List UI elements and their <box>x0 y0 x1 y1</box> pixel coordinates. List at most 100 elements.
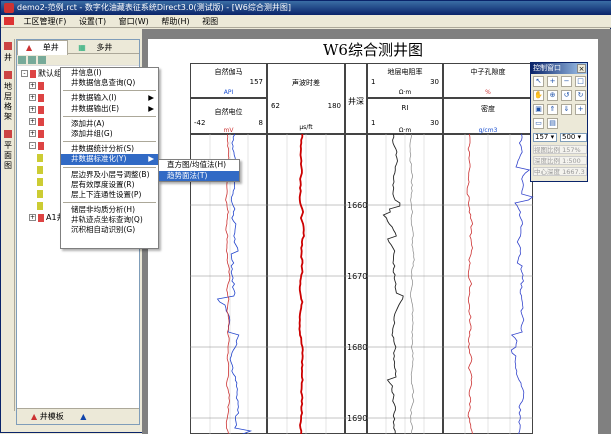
add-icon[interactable] <box>28 56 36 64</box>
pan-icon[interactable]: ✋ <box>533 90 544 101</box>
menu-item-facies-recognition[interactable]: 沉积相自动识别(G) <box>61 225 158 235</box>
well-template-label[interactable]: 井模板 <box>40 412 64 421</box>
menu-item-well-data-query[interactable]: 井数据信息查询(Q) <box>61 78 158 88</box>
map-icon <box>4 130 12 138</box>
submenu-item-histogram[interactable]: 直方图/均值法(H) <box>159 160 239 171</box>
collapse-icon[interactable]: - <box>21 70 28 77</box>
menu-separator <box>63 90 156 92</box>
zoom-previous-icon[interactable]: ↺ <box>561 90 572 101</box>
menu-item-connectivity[interactable]: 层上下连通性设置(P) <box>61 190 158 200</box>
folder-icon <box>30 69 36 78</box>
scale-select[interactable]: 157 ▾ <box>533 133 557 142</box>
menu-item-data-statistics[interactable]: 井数据统计分析(S) <box>61 144 158 154</box>
plot-title: W6综合测井图 <box>323 41 423 59</box>
menu-item-data-output[interactable]: 井数据输出(E) ▶ <box>61 104 158 114</box>
zoom-next-icon[interactable]: ↻ <box>575 90 586 101</box>
refresh-icon[interactable] <box>18 56 26 64</box>
edit-icon[interactable]: ▭ <box>533 118 544 129</box>
control-window-titlebar[interactable]: 控制窗口 × <box>531 63 587 74</box>
menu-item-effective-thickness[interactable]: 层有效厚度设置(R) <box>61 180 158 190</box>
zoom-out-icon[interactable]: − <box>561 76 572 87</box>
layer-icon <box>4 71 12 79</box>
depth-scale-select[interactable]: 500 ▾ <box>560 133 587 142</box>
folder-icon <box>38 213 44 222</box>
layer-toggle-icon[interactable]: ▤ <box>547 118 558 129</box>
menu-item-well-info[interactable]: 井信息(I) <box>61 68 158 78</box>
well-icon <box>38 105 44 114</box>
neutron-curve <box>466 133 474 434</box>
expand-up-icon[interactable]: ▲ <box>80 409 86 425</box>
expand-icon[interactable]: + <box>29 106 36 113</box>
window-title: demo2-范例.rct - 数字化油藏表征系统Direct3.0(测试版) -… <box>17 3 291 12</box>
filter-icon[interactable] <box>38 56 46 64</box>
vtab-plane-map[interactable]: 平面图 <box>1 130 15 171</box>
resistivity-curve <box>382 133 404 434</box>
menu-help[interactable]: 帮助(H) <box>156 15 194 28</box>
center-depth-readout: 中心深度 1667.3 <box>533 167 587 176</box>
normalize-submenu: 直方图/均值法(H) 趋势面法(T) <box>158 159 240 182</box>
view-scale-readout: 视图比例 157% <box>533 145 587 154</box>
expand-icon[interactable]: + <box>29 82 36 89</box>
tab-multi-well[interactable]: ▦ 多井 <box>70 41 120 55</box>
menu-settings[interactable]: 设置(T) <box>74 15 111 28</box>
title-bar[interactable]: demo2-范例.rct - 数字化油藏表征系统Direct3.0(测试版) -… <box>1 1 611 15</box>
sonic-curve <box>298 134 305 434</box>
well-icon <box>38 129 44 138</box>
multi-well-icon: ▦ <box>78 43 86 52</box>
expand-icon[interactable]: + <box>29 214 36 221</box>
menu-item-layer-boundary[interactable]: 层边界及小层号调整(B) <box>61 170 158 180</box>
well-template-bar: ▲ 井模板 ▲ <box>17 408 139 424</box>
submenu-arrow-icon: ▶ <box>148 93 154 103</box>
menu-separator <box>63 202 156 204</box>
menu-item-heterogeneity[interactable]: 储层非均质分析(H) <box>61 205 158 215</box>
menu-item-add-well[interactable]: 添加井(A) <box>61 119 158 129</box>
curve-icon <box>37 189 43 198</box>
select-icon[interactable]: ▣ <box>533 104 544 115</box>
app-window: demo2-范例.rct - 数字化油藏表征系统Direct3.0(测试版) -… <box>0 0 611 434</box>
curve-icon <box>37 165 43 174</box>
crosshair-icon[interactable]: + <box>575 104 586 115</box>
pointer-icon[interactable]: ↖ <box>533 76 544 87</box>
zoom-in-icon[interactable]: + <box>547 76 558 87</box>
zoom-fit-icon[interactable]: □ <box>575 76 586 87</box>
submenu-item-trend-surface[interactable]: 趋势面法(T) <box>159 170 239 181</box>
curve-icon <box>37 153 43 162</box>
menu-item-add-well-group[interactable]: 添加井组(G) <box>61 129 158 139</box>
expand-icon[interactable]: - <box>29 142 36 149</box>
close-icon[interactable]: × <box>577 64 586 73</box>
expand-icon[interactable]: + <box>29 130 36 137</box>
menu-item-data-input[interactable]: 井数据输入(I) ▶ <box>61 93 158 103</box>
curve-icon <box>37 177 43 186</box>
scroll-up-icon[interactable]: ⇑ <box>547 104 558 115</box>
vtab-well[interactable]: 井 <box>1 42 15 63</box>
expand-icon[interactable]: + <box>29 94 36 101</box>
well-panel-toolbar <box>17 54 139 66</box>
well-context-menu: 井信息(I) 井数据信息查询(Q) 井数据输入(I) ▶ 井数据输出(E) ▶ 添加… <box>60 67 159 249</box>
menu-window[interactable]: 窗口(W) <box>114 15 154 28</box>
menu-separator <box>63 115 156 117</box>
menu-bar: 工区管理(F) 设置(T) 窗口(W) 帮助(H) 视图 <box>1 15 611 28</box>
well-panel-tabs: ▲ 单井 ▦ 多井 <box>17 40 139 55</box>
menu-item-data-normalize[interactable]: 井数据标准化(Y) ▶ <box>61 154 158 165</box>
depth-scale-readout: 深度比例 1:500 <box>533 156 587 165</box>
zoom-window-icon[interactable]: ⊕ <box>547 90 558 101</box>
submenu-arrow-icon: ▶ <box>148 154 154 164</box>
menu-item-trajectory-query[interactable]: 井轨迹点坐标查询(Q) <box>61 215 158 225</box>
curve-icon <box>37 201 43 210</box>
document-icon <box>4 17 14 25</box>
tab-single-well[interactable]: ▲ 单井 <box>17 40 68 55</box>
well-icon <box>38 81 44 90</box>
well-icon <box>38 117 44 126</box>
well-icon: ▲ <box>26 43 33 52</box>
vtab-strat-frame[interactable]: 地层格架 <box>1 71 15 122</box>
menu-file[interactable]: 工区管理(F) <box>19 15 72 28</box>
scroll-down-icon[interactable]: ⇓ <box>561 104 572 115</box>
menu-separator <box>63 166 156 168</box>
control-window: 控制窗口 × ↖ + − □ ✋ ⊕ ↺ ↻ ▣ ⇑ ⇓ + ▭ ▤ 157 ▾… <box>530 62 588 182</box>
expand-icon[interactable]: + <box>29 118 36 125</box>
well-icon <box>4 42 12 50</box>
menu-view[interactable]: 视图 <box>197 15 223 28</box>
left-vertical-tabs: 井 地层格架 平面图 <box>1 39 15 411</box>
menu-separator <box>63 141 156 143</box>
well-icon <box>38 141 44 150</box>
